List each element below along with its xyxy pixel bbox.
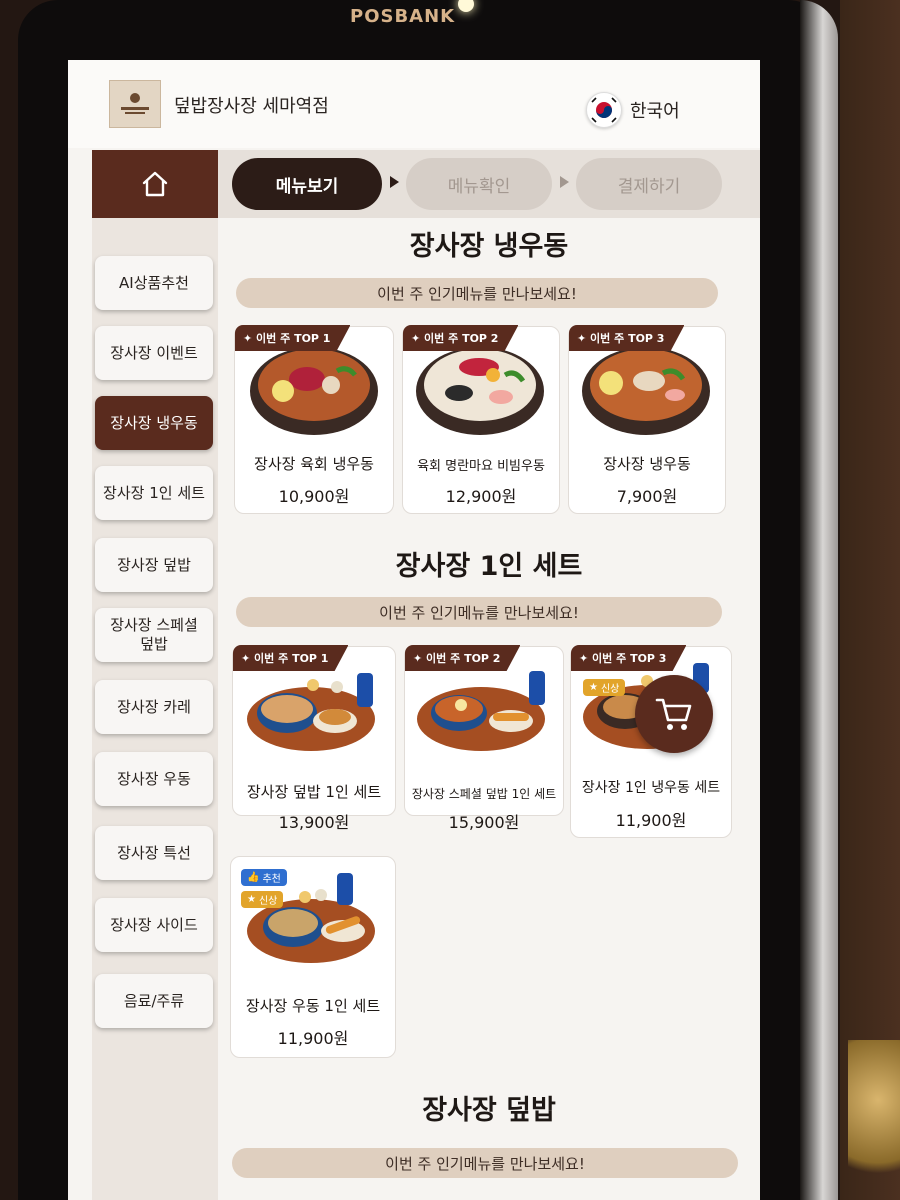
step-menu-view[interactable]: 메뉴보기 (232, 158, 382, 210)
rank-badge: ✦ 이번 주 TOP 2 (403, 325, 519, 351)
menu-price: 7,900원 (616, 487, 678, 506)
new-tag: ★ 신상 (583, 679, 626, 696)
cart-icon (655, 698, 692, 730)
category-event[interactable]: 장사장 이벤트 (95, 326, 213, 380)
cart-button[interactable] (635, 675, 713, 753)
category-drinks[interactable]: 음료/주류 (95, 974, 213, 1028)
thumbs-up-icon: 👍 (247, 872, 260, 883)
menu-card[interactable]: ✦ 이번 주 TOP 1 장사장 육회 냉우동 10,900원 (234, 325, 394, 514)
menu-name: 장사장 육회 냉우동 (254, 455, 374, 473)
category-ai-recommend[interactable]: AI상품추천 (95, 256, 213, 310)
rank-badge: ✦ 이번 주 TOP 3 (569, 325, 685, 351)
category-rice-bowl[interactable]: 장사장 덮밥 (95, 538, 213, 592)
order-steps: 메뉴보기 메뉴확인 결제하기 (218, 150, 760, 218)
category-sidebar: AI상품추천 장사장 이벤트 장사장 냉우동 장사장 1인 세트 장사장 덮밥 … (92, 218, 218, 1200)
step-arrow-icon (390, 176, 399, 188)
korea-flag-icon (586, 92, 622, 128)
menu-name: 육회 명란마요 비빔우동 (417, 459, 545, 474)
menu-price: 15,900원 (448, 813, 520, 832)
rank-badge: ✦ 이번 주 TOP 1 (235, 325, 351, 351)
category-side[interactable]: 장사장 사이드 (95, 898, 213, 952)
menu-price: 10,900원 (278, 487, 350, 506)
new-tag: ★ 신상 (241, 891, 284, 908)
header: 덮밥장사장 세마역점 한국어 (68, 60, 760, 148)
menu-name: 장사장 1인 냉우동 세트 (581, 780, 721, 796)
store-name: 덮밥장사장 세마역점 (174, 96, 329, 117)
menu-card[interactable]: ✦ 이번 주 TOP 2 육회 명란마요 비빔우동 12,900원 (402, 325, 560, 514)
menu-card[interactable]: ✦ 이번 주 TOP 2 장사장 스페셜 덮밥 1인 세트 15,900원 (404, 645, 564, 832)
kiosk-frame-edge (800, 0, 838, 1200)
store-logo-icon (109, 80, 161, 128)
menu-name: 장사장 덮밥 1인 세트 (246, 783, 382, 801)
background-wall (840, 0, 900, 1200)
rank-badge: ✦ 이번 주 TOP 3 (571, 645, 687, 671)
menu-name: 장사장 스페셜 덮밥 1인 세트 (411, 787, 557, 801)
menu-price: 12,900원 (445, 487, 517, 506)
category-cold-udon[interactable]: 장사장 냉우동 (95, 396, 213, 450)
rank-badge: ✦ 이번 주 TOP 1 (233, 645, 349, 671)
food-image (245, 665, 383, 759)
category-udon[interactable]: 장사장 우동 (95, 752, 213, 806)
step-menu-confirm[interactable]: 메뉴확인 (406, 158, 552, 210)
home-icon (142, 171, 168, 197)
background-plant (848, 1040, 900, 1200)
menu-price: 13,900원 (278, 813, 350, 832)
recommend-tag: 👍 추천 (241, 869, 287, 886)
popular-banner: 이번 주 인기메뉴를 만나보세요! (236, 278, 718, 308)
category-curry[interactable]: 장사장 카레 (95, 680, 213, 734)
menu-card[interactable]: ✦ 이번 주 TOP 3 ★ 신상 장사장 1인 냉우동 세트 11,900원 (570, 645, 732, 838)
menu-price: 11,900원 (615, 811, 687, 830)
menu-name: 장사장 냉우동 (603, 455, 691, 473)
food-image (415, 665, 553, 759)
category-single-set[interactable]: 장사장 1인 세트 (95, 466, 213, 520)
category-special-rice-bowl[interactable]: 장사장 스페셜 덮밥 (95, 608, 213, 662)
language-label: 한국어 (630, 101, 680, 122)
menu-card[interactable]: ✦ 이번 주 TOP 3 장사장 냉우동 7,900원 (568, 325, 726, 514)
star-icon: ★ (247, 894, 256, 905)
kiosk-screen: 덮밥장사장 세마역점 한국어 메뉴보기 메뉴확인 결제하기 AI상품추천 장사장… (68, 60, 760, 1200)
rank-badge: ✦ 이번 주 TOP 2 (405, 645, 521, 671)
category-special[interactable]: 장사장 특선 (95, 826, 213, 880)
language-selector[interactable]: 한국어 (586, 92, 680, 128)
device-brand: POSBANK (350, 6, 456, 27)
section-title: 장사장 덮밥 (422, 1095, 556, 1126)
step-arrow-icon (560, 176, 569, 188)
section-title: 장사장 1인 세트 (395, 551, 583, 582)
popular-banner: 이번 주 인기메뉴를 만나보세요! (232, 1148, 738, 1178)
menu-card[interactable]: ✦ 이번 주 TOP 1 장사장 덮밥 1인 세트 13,900원 (232, 645, 396, 832)
home-button[interactable] (92, 150, 218, 218)
popular-banner: 이번 주 인기메뉴를 만나보세요! (236, 597, 722, 627)
menu-card[interactable]: 👍 추천 ★ 신상 장사장 우동 1인 세트 11,900원 (230, 856, 396, 1058)
step-payment[interactable]: 결제하기 (576, 158, 722, 210)
star-icon: ★ (589, 682, 598, 693)
menu-name: 장사장 우동 1인 세트 (245, 997, 381, 1015)
menu-price: 11,900원 (277, 1029, 349, 1048)
section-title: 장사장 냉우동 (409, 231, 569, 262)
